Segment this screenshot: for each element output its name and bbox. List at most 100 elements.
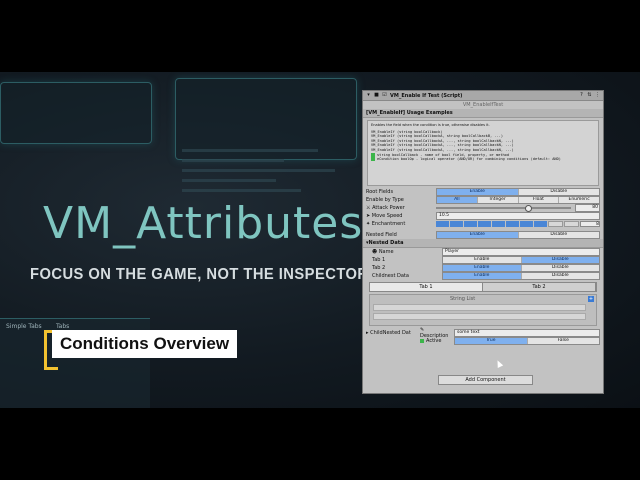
level-pip[interactable] — [548, 221, 563, 227]
nested-field-row: Nested Field Enable Disable — [363, 231, 603, 239]
usage-help-box: Enables the field when the condition is … — [367, 120, 599, 186]
attack-power-text: Attack Power — [372, 205, 405, 211]
chapter-label: Conditions Overview — [52, 330, 238, 358]
childnest-row: Childnest Data Enable Disable — [369, 272, 603, 280]
list-item[interactable] — [373, 304, 586, 311]
childnested-data-label: ▸ ChildNested Dat — [366, 330, 420, 336]
name-input[interactable]: Player — [442, 248, 600, 256]
bullet-icon — [371, 152, 375, 157]
enable-by-type-row: Enable by Type All Integer Float Enumeri… — [363, 196, 603, 204]
attack-power-value[interactable]: 80 — [575, 204, 600, 212]
list-item[interactable] — [373, 313, 586, 320]
video-title: VM_Attributes — [43, 198, 364, 249]
type-float[interactable]: Float — [519, 197, 560, 203]
nested-field-enable[interactable]: Enable — [437, 232, 519, 238]
level-pip[interactable] — [520, 221, 533, 227]
level-pip[interactable] — [564, 221, 579, 227]
tab2-label: Tab 2 — [372, 265, 386, 271]
tab1-disable[interactable]: Disable — [521, 257, 599, 263]
active-label: Active — [420, 338, 454, 344]
root-fields-toggle: Enable Disable — [436, 188, 600, 196]
nested-tabs: Tab 1 Tab 2 — [369, 282, 597, 292]
active-true[interactable]: True — [455, 338, 528, 344]
kebab-menu-icon[interactable]: ⋮ — [595, 93, 600, 98]
enchantment-text: Enchantment — [371, 221, 406, 227]
tab1-toggle: Enable Disable — [442, 256, 600, 264]
enchantment-bar[interactable]: 8 — [436, 221, 600, 227]
nested-field-disable[interactable]: Disable — [519, 232, 600, 238]
add-component-button[interactable]: Add Component — [438, 375, 533, 385]
level-pip[interactable] — [464, 221, 477, 227]
root-fields-label: Root Fields — [366, 189, 394, 195]
attack-power-label: ⚔ Attack Power — [366, 205, 436, 211]
tab-1[interactable]: Tab 1 — [370, 283, 483, 291]
childnest-enable[interactable]: Enable — [443, 273, 522, 279]
inspector-panel: ▾ ■ ☑ VM_Enable If Test (Script) ? ⇅ ⋮ V… — [362, 90, 604, 394]
childnest-disable[interactable]: Disable — [522, 273, 600, 279]
level-pip[interactable] — [534, 221, 547, 227]
enabled-checkbox[interactable]: ☑ — [382, 93, 387, 98]
tab1-row: Tab 1 Enable Disable — [369, 256, 603, 264]
move-speed-text: Move Speed — [371, 213, 403, 219]
childnested-data-row: ▸ ChildNested Dat ✎ Description some tex… — [363, 327, 603, 339]
root-fields-enable[interactable]: Enable — [437, 189, 519, 195]
nested-data-title: Nested Data — [368, 240, 404, 246]
video-subtitle: FOCUS ON THE GAME, NOT THE INSPECTOR — [30, 266, 369, 283]
component-title: VM_Enable If Test (Script) — [390, 92, 463, 99]
name-text: Name — [378, 249, 394, 255]
help-line: string boolCallback - name of bool field… — [377, 152, 509, 157]
description-input[interactable]: some text — [454, 329, 600, 337]
tab1-label: Tab 1 — [372, 257, 386, 263]
foldout-arrow-icon[interactable]: ▾ — [366, 93, 371, 98]
script-field[interactable]: VM_EnableIfTest — [463, 102, 503, 108]
level-pip[interactable] — [436, 221, 449, 227]
help-intro: Enables the field when the condition is … — [371, 123, 490, 127]
preset-icon[interactable]: ⇅ — [587, 93, 592, 98]
enchantment-label: ✦ Enchantment — [366, 221, 436, 227]
add-item-icon[interactable]: + — [588, 296, 594, 302]
enable-by-type-toggle: All Integer Float Enumeric — [436, 196, 600, 204]
script-icon: ■ — [374, 92, 379, 98]
type-enumeric[interactable]: Enumeric — [559, 197, 599, 203]
root-fields-row: Root Fields Enable Disable — [363, 188, 603, 196]
tab-2[interactable]: Tab 2 — [483, 283, 596, 291]
active-row: Active True False — [363, 337, 603, 345]
enchantment-value[interactable]: 8 — [580, 221, 600, 227]
component-header[interactable]: ▾ ■ ☑ VM_Enable If Test (Script) ? ⇅ ⋮ — [363, 91, 603, 101]
tab1-enable[interactable]: Enable — [443, 257, 522, 263]
help-icon[interactable]: ? — [579, 93, 584, 98]
script-field-row: VM_EnableIfTest — [363, 101, 603, 109]
usage-section-title: [VM_EnableIf] Usage Examples — [366, 110, 453, 116]
help-line: eCondition boolOp - logical operator (AN… — [377, 157, 561, 162]
string-list-title: String List — [450, 296, 476, 302]
childnested-data-text: ChildNested Dat — [370, 330, 411, 336]
type-integer[interactable]: Integer — [478, 197, 519, 203]
active-false[interactable]: False — [528, 338, 600, 344]
level-pip[interactable] — [492, 221, 505, 227]
move-speed-label: ➤ Move Speed — [366, 213, 436, 219]
check-icon — [420, 338, 424, 343]
enable-by-type-label: Enable by Type — [366, 197, 404, 203]
video-frame: VM_Attributes FOCUS ON THE GAME, NOT THE… — [0, 72, 640, 408]
active-toggle: True False — [454, 337, 600, 345]
move-speed-input[interactable]: 10.5 — [436, 212, 600, 220]
move-speed-row: ➤ Move Speed 10.5 — [363, 212, 603, 220]
enchantment-row: ✦ Enchantment 8 — [363, 220, 603, 228]
tab2-enable[interactable]: Enable — [443, 265, 522, 271]
root-fields-disable[interactable]: Disable — [519, 189, 600, 195]
person-icon: ☻ — [372, 249, 379, 255]
type-all[interactable]: All — [437, 197, 478, 203]
tab2-row: Tab 2 Enable Disable — [369, 264, 603, 272]
nested-field-toggle: Enable Disable — [436, 231, 600, 239]
attack-power-slider[interactable]: 80 — [436, 204, 600, 212]
active-text: Active — [426, 338, 442, 344]
bullet-icon — [371, 157, 375, 162]
level-pip[interactable] — [450, 221, 463, 227]
slider-knob[interactable] — [525, 205, 533, 212]
level-pip[interactable] — [478, 221, 491, 227]
string-list: String List + — [369, 294, 597, 326]
tab2-disable[interactable]: Disable — [522, 265, 600, 271]
level-pip[interactable] — [506, 221, 519, 227]
name-label: ☻ Name — [372, 249, 442, 255]
nested-data-header[interactable]: ▾ Nested Data — [363, 239, 603, 248]
